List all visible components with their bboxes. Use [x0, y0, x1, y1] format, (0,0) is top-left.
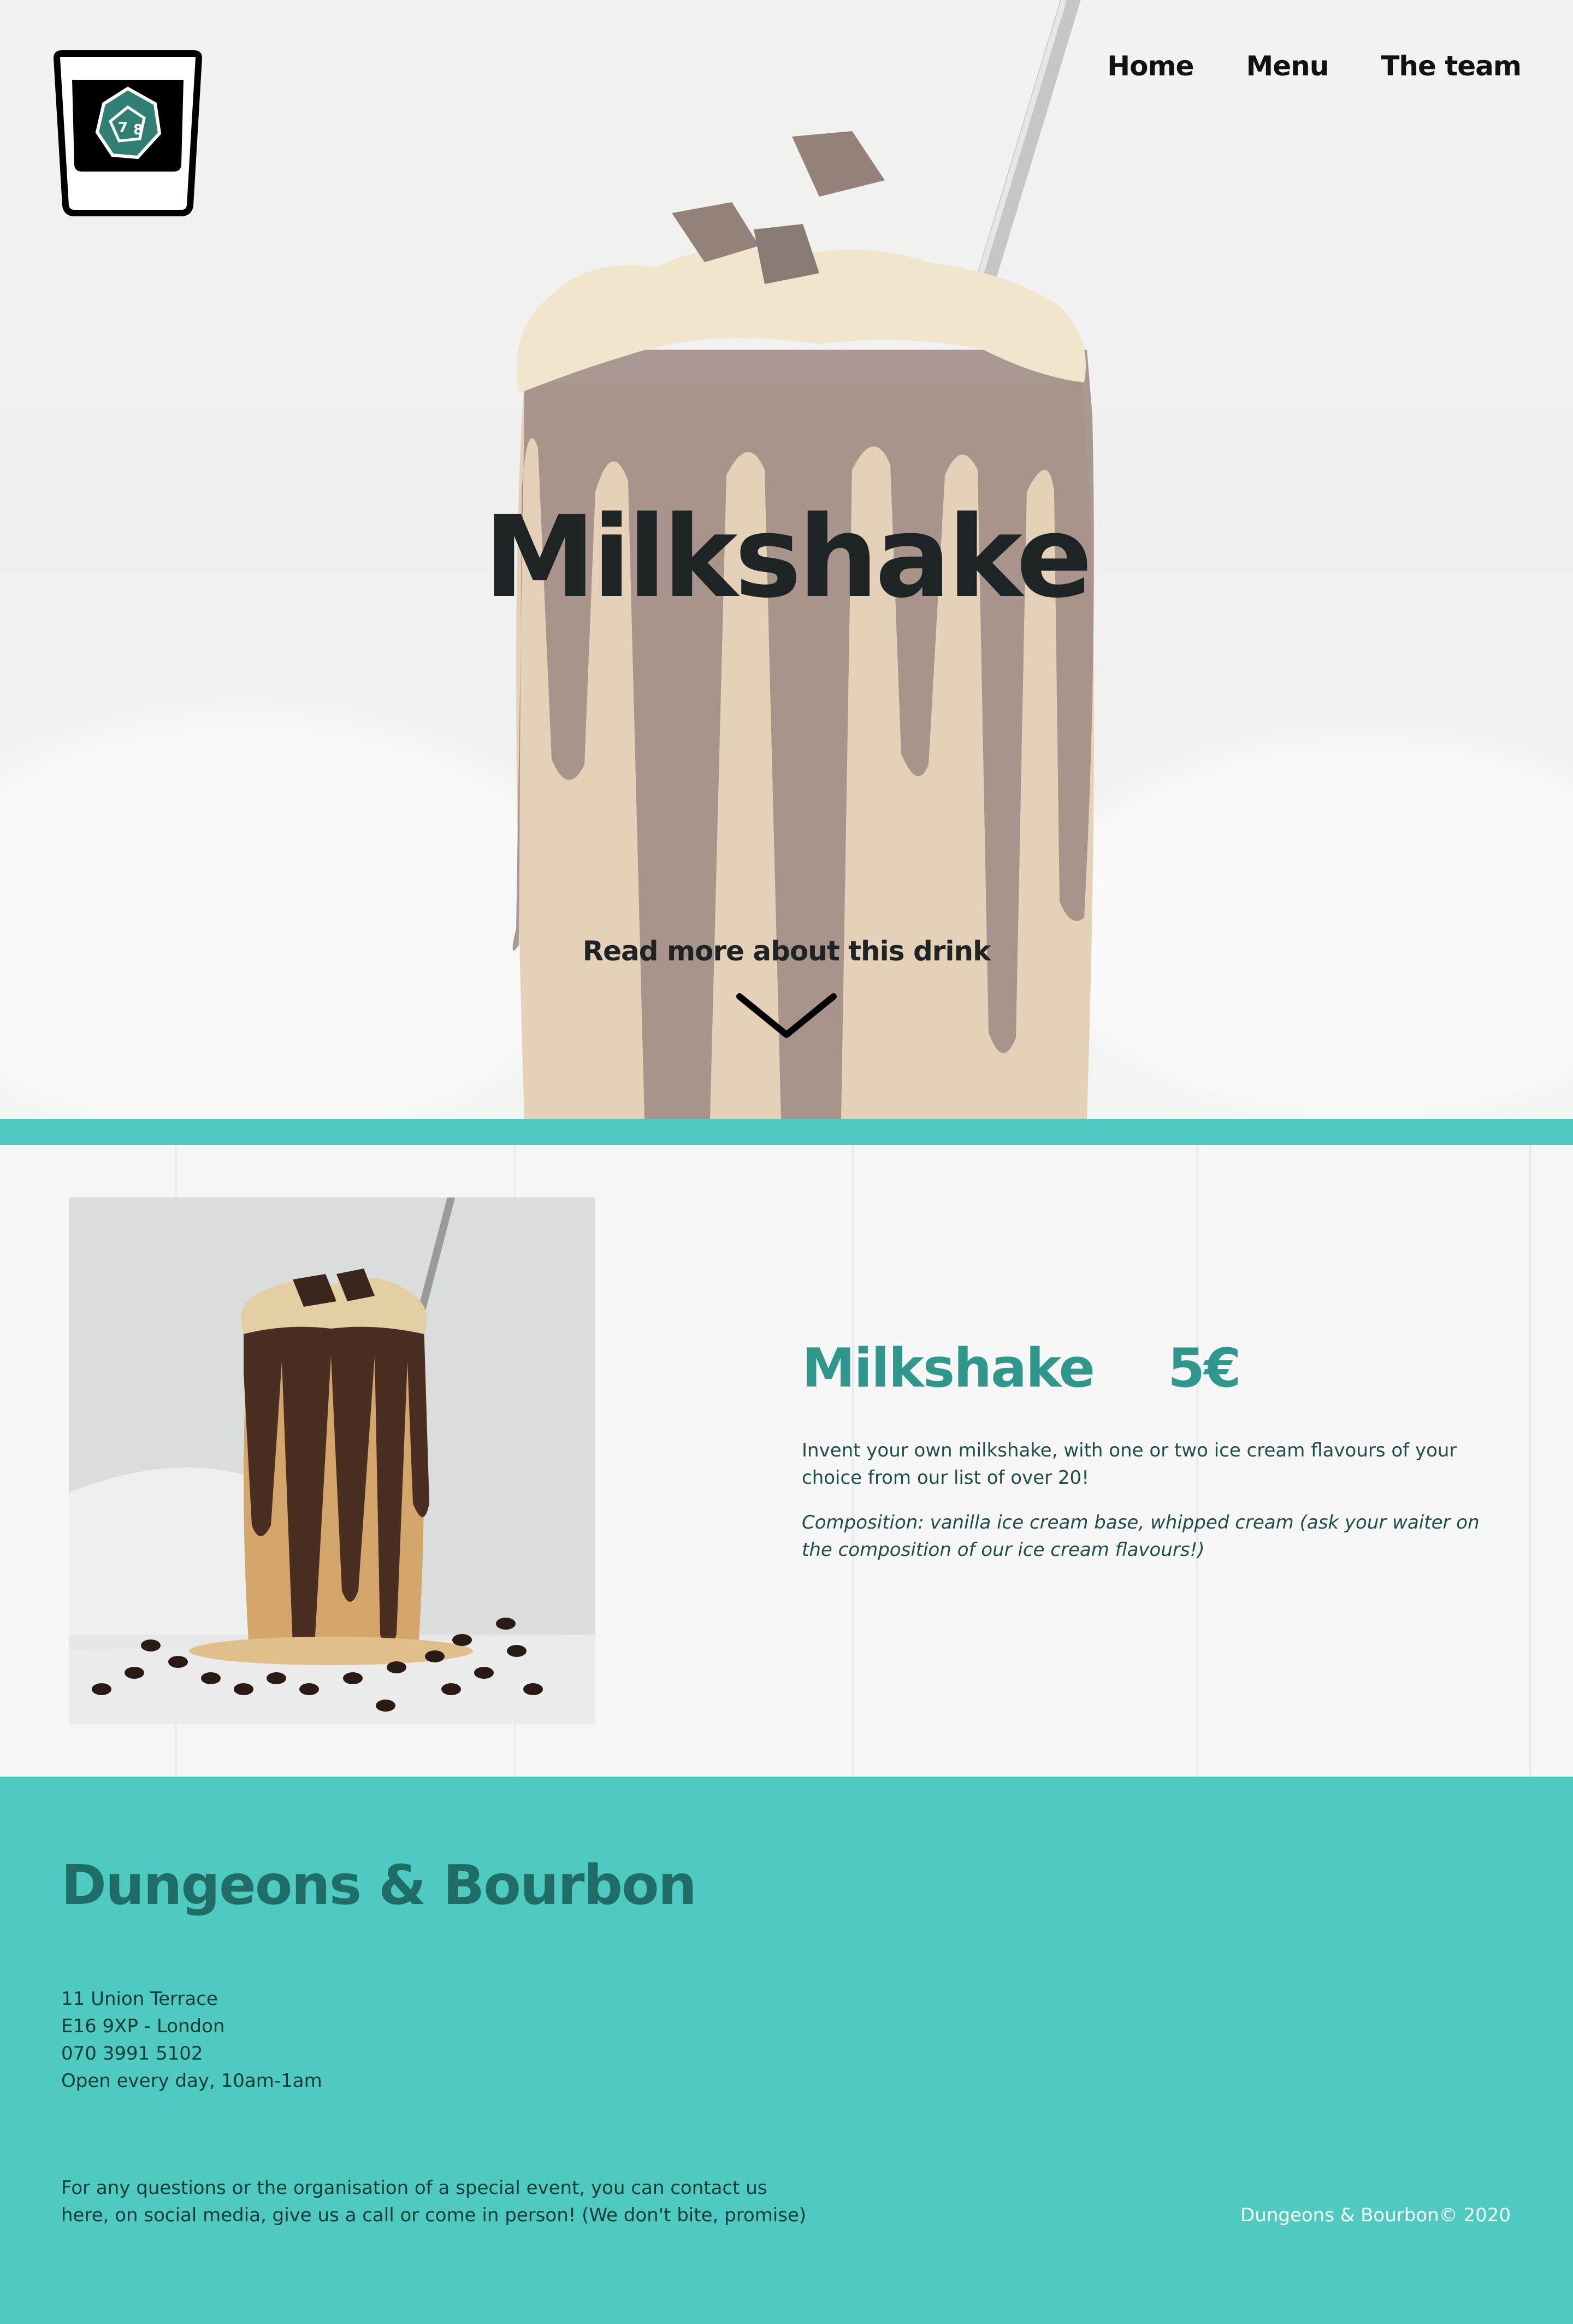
footer-copyright: Dungeons & Bourbon© 2020	[1240, 2204, 1511, 2226]
section-divider	[0, 1119, 1573, 1145]
hero-section: 7 8 Home Menu The team Milkshake Read mo…	[0, 0, 1573, 1119]
logo-icon[interactable]: 7 8	[52, 50, 203, 216]
read-more-link[interactable]: Read more about this drink	[0, 935, 1573, 967]
address-street: 11 Union Terrace	[61, 1988, 218, 2010]
product-name: Milkshake	[802, 1337, 1095, 1400]
address-phone[interactable]: 070 3991 5102	[61, 2040, 322, 2067]
footer-brand-title: Dungeons & Bourbon	[61, 1853, 697, 1917]
address-city: E16 9XP - London	[61, 2015, 225, 2037]
footer: Dungeons & Bourbon 11 Union Terrace E16 …	[0, 1777, 1573, 2324]
product-composition: Composition: vanilla ice cream base, whi…	[802, 1512, 1480, 1561]
nav-team-link[interactable]: The team	[1381, 50, 1522, 82]
hero-title: Milkshake	[483, 492, 1093, 623]
wood-plank-line	[1529, 1145, 1531, 1777]
product-milkshake-image	[69, 1198, 595, 1724]
product-price: 5€	[1168, 1337, 1241, 1400]
svg-text:7: 7	[118, 120, 128, 136]
nav-menu-link[interactable]: Menu	[1246, 50, 1329, 82]
svg-text:8: 8	[133, 122, 143, 138]
chevron-down-icon[interactable]	[735, 992, 838, 1041]
product-section: Milkshake 5€ Invent your own milkshake, …	[0, 1145, 1573, 1777]
product-description: Invent your own milkshake, with one or t…	[802, 1440, 1457, 1489]
footer-address: 11 Union Terrace E16 9XP - London 070 39…	[61, 1985, 322, 2095]
nav-home-link[interactable]: Home	[1107, 50, 1194, 82]
footer-contact-text: For any questions or the organisation of…	[61, 2177, 807, 2226]
main-nav: Home Menu The team	[1107, 50, 1522, 82]
address-hours: Open every day, 10am-1am	[61, 2070, 322, 2092]
